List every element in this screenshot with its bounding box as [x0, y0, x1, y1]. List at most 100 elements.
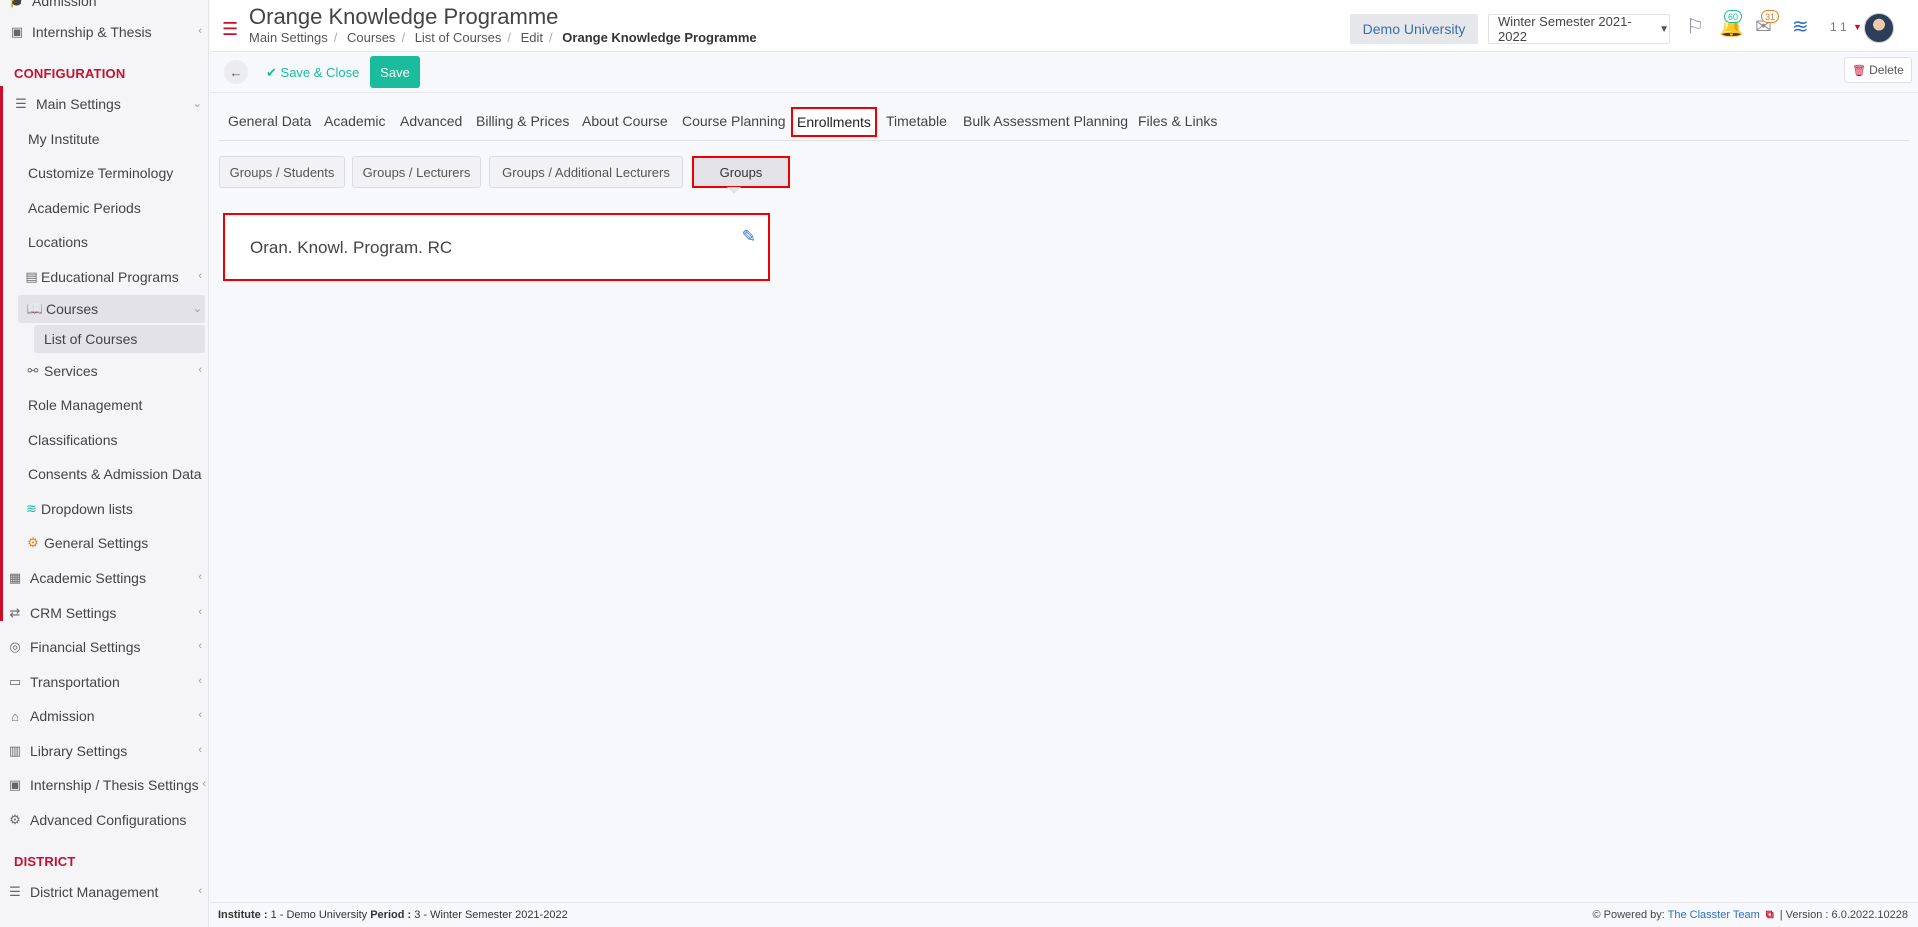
group-name: Oran. Knowl. Program. RC [250, 238, 453, 257]
sidebar-item-financial-settings[interactable]: ◎ Financial Settings ‹ [0, 632, 208, 662]
sidebar-item-crm-settings[interactable]: ⇄ CRM Settings ‹ [0, 598, 208, 628]
tab-academic[interactable]: Academic [324, 113, 385, 129]
shuffle-icon: ⇄ [9, 605, 21, 620]
sidebar-item-label: List of Courses [44, 331, 138, 347]
sidebar-item-label: Financial Settings [30, 639, 141, 655]
book-icon: 📖 [26, 301, 44, 316]
sidebar-item-consents-admission[interactable]: Consents & Admission Data [0, 459, 208, 489]
chevron-left-icon: ‹ [198, 709, 202, 721]
chevron-down-icon: ⌄ [192, 303, 202, 315]
tab-timetable[interactable]: Timetable [886, 113, 947, 129]
list-icon: ☰ [9, 884, 21, 899]
tab-files-links[interactable]: Files & Links [1138, 113, 1217, 129]
sidebar-item-district-management[interactable]: ☰ District Management ‹ [0, 877, 208, 907]
save-button[interactable]: Save [370, 56, 420, 88]
footer-period-label: Period : [370, 909, 412, 921]
bus-icon: ▭ [8, 674, 22, 689]
sidebar-item-educational-programs[interactable]: ▤ Educational Programs ‹ [0, 262, 208, 292]
sidebar-item-dropdown-lists[interactable]: ≋ Dropdown lists [0, 494, 208, 524]
breadcrumb-edit[interactable]: Edit [521, 30, 543, 45]
sidebar-item-label: Main Settings [36, 96, 121, 112]
sidebar-item-my-institute[interactable]: My Institute [0, 124, 208, 154]
caret-down-icon: ▼ [1659, 23, 1669, 35]
sidebar-item-advanced-configurations[interactable]: ⚙ Advanced Configurations [0, 805, 208, 835]
pencil-icon[interactable]: ✎ [742, 227, 756, 247]
subtab-groups-students[interactable]: Groups / Students [219, 156, 345, 188]
period-dropdown[interactable]: Winter Semester 2021-2022 ▼ [1488, 14, 1670, 44]
subtab-groups-additional-lecturers[interactable]: Groups / Additional Lecturers [489, 156, 683, 188]
course-tabs: General Data Academic Advanced Billing &… [218, 105, 1910, 141]
tab-enrollments[interactable]: Enrollments [791, 107, 877, 137]
sidebar-item-academic-periods[interactable]: Academic Periods [0, 193, 208, 223]
box-icon: ▣ [10, 24, 24, 39]
layers-stack-icon[interactable]: ≋ [1792, 14, 1809, 39]
chevron-left-icon: ‹ [202, 778, 206, 790]
top-header: ☰ Orange Knowledge Programme Main Settin… [210, 0, 1918, 52]
sidebar-item-label: General Settings [44, 535, 149, 551]
tab-about-course[interactable]: About Course [582, 113, 668, 129]
sidebar-item-academic-settings[interactable]: ▦ Academic Settings ‹ [0, 563, 208, 593]
sidebar-item-label: Consents & Admission Data [28, 466, 202, 482]
sidebar-item-admission-top[interactable]: 🎓 Admission [0, 0, 208, 16]
flag-icon[interactable]: ⚐ [1686, 14, 1704, 39]
box-icon: ▣ [8, 777, 22, 792]
subtab-groups-lecturers[interactable]: Groups / Lecturers [352, 156, 481, 188]
breadcrumb-separator: / [333, 30, 338, 45]
sidebar-item-courses[interactable]: 📖 Courses ⌄ [0, 294, 208, 324]
chevron-left-icon: ‹ [198, 640, 202, 652]
sidebar-item-services[interactable]: ⚯ Services ‹ [0, 356, 208, 386]
version-text: | Version : 6.0.2022.10228 [1779, 909, 1908, 921]
sidebar-item-label: Services [44, 363, 98, 379]
action-toolbar: ← ✔ Save & Close Save 🗑 Delete [210, 53, 1918, 93]
breadcrumb-separator: / [549, 30, 553, 45]
arrow-left-icon: ← [229, 64, 243, 80]
gears-icon: ⚙ [27, 535, 39, 550]
programs-icon: ▤ [25, 269, 38, 284]
tab-course-planning[interactable]: Course Planning [682, 113, 786, 129]
footer-institute-label: Institute : [218, 909, 268, 921]
footer: Institute : 1 - Demo University Period :… [210, 902, 1918, 927]
footer-institute-value: 1 - Demo University [270, 909, 368, 921]
sidebar-item-internship-thesis[interactable]: ▣ Internship & Thesis ‹ [0, 17, 208, 47]
tab-bulk-assessment-planning[interactable]: Bulk Assessment Planning [963, 113, 1128, 129]
sidebar-item-locations[interactable]: Locations [0, 227, 208, 257]
sidebar-item-library-settings[interactable]: ▥ Library Settings ‹ [0, 736, 208, 766]
sidebar-item-classifications[interactable]: Classifications [0, 425, 208, 455]
breadcrumb-separator: / [507, 30, 512, 45]
back-button[interactable]: ← [224, 60, 248, 84]
hamburger-menu-icon[interactable]: ☰ [222, 20, 238, 38]
messages-badge: 31 [1761, 10, 1780, 23]
classter-team-link[interactable]: The Classter Team [1668, 909, 1760, 921]
sidebar-item-label: Courses [46, 301, 99, 317]
breadcrumb-list-of-courses[interactable]: List of Courses [415, 30, 502, 45]
sidebar-item-label: Educational Programs [41, 269, 179, 285]
tab-general-data[interactable]: General Data [228, 113, 311, 129]
sidebar-item-main-settings[interactable]: ☰ Main Settings ⌄ [0, 89, 208, 119]
sidebar-item-customize-terminology[interactable]: Customize Terminology [0, 158, 208, 188]
subtab-groups[interactable]: Groups [692, 156, 790, 188]
bank-icon: ⌂ [11, 708, 19, 724]
sidebar-item-list-of-courses[interactable]: List of Courses [0, 324, 208, 354]
breadcrumb-courses[interactable]: Courses [347, 30, 395, 45]
sidebar-item-internship-thesis-settings[interactable]: ▣ Internship / Thesis Settings ‹ [0, 770, 208, 800]
breadcrumb-main-settings[interactable]: Main Settings [249, 30, 328, 45]
sidebar-item-transportation[interactable]: ▭ Transportation ‹ [0, 667, 208, 697]
institute-selector[interactable]: Demo University [1350, 14, 1478, 44]
section-title-district: DISTRICT [14, 854, 76, 869]
sidebar-item-label: Locations [28, 234, 88, 250]
sidebar-item-role-management[interactable]: Role Management [0, 390, 208, 420]
sidebar-item-general-settings[interactable]: ⚙ General Settings [0, 528, 208, 558]
tab-advanced[interactable]: Advanced [400, 113, 462, 129]
delete-button[interactable]: 🗑 Delete [1844, 57, 1912, 83]
sidebar-item-admission[interactable]: ⌂ Admission ‹ [0, 701, 208, 731]
sidebar-item-label: CRM Settings [30, 605, 117, 621]
section-title-configuration: CONFIGURATION [14, 66, 126, 81]
caret-down-icon[interactable]: ▼ [1853, 22, 1862, 32]
grid-icon: ▦ [8, 570, 22, 585]
layers-icon: ≋ [26, 501, 37, 516]
copyright-icon: © [1592, 909, 1601, 921]
tab-billing-prices[interactable]: Billing & Prices [476, 113, 569, 129]
save-close-button[interactable]: ✔ Save & Close [266, 65, 359, 81]
active-subtab-pointer [727, 187, 741, 194]
avatar[interactable] [1864, 13, 1894, 43]
